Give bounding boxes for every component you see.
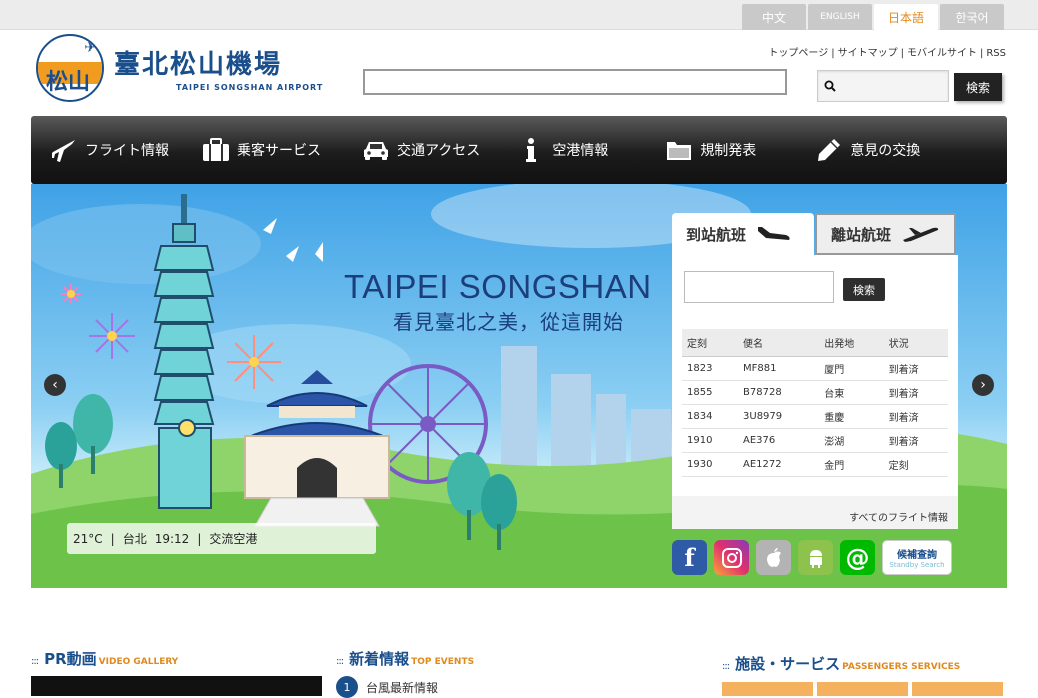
hero-banner: TAIPEI SONGSHAN 看見臺北之美，從這開始 ‹ › 21°C | 台北…	[31, 184, 1007, 588]
chevron-right-icon: ›	[980, 377, 986, 393]
instagram-icon[interactable]	[714, 540, 749, 575]
header-scheduled: 定刻	[682, 329, 739, 357]
language-tabs: 中文 ENGLISH 日本語 한국어	[740, 4, 1004, 30]
service-tile[interactable]	[722, 682, 813, 696]
line-icon[interactable]: @	[840, 540, 875, 575]
social-links: f @ 候補查詢 Standby Search	[672, 540, 952, 575]
service-tiles	[722, 682, 1007, 696]
lang-tab-chinese[interactable]: 中文	[742, 4, 806, 30]
utility-links: トップページ | サイトマップ | モバイルサイト | RSS	[768, 48, 1006, 59]
link-sitemap[interactable]: サイトマップ	[838, 48, 898, 59]
weather-time: 19:12	[154, 531, 190, 546]
nav-feedback[interactable]: 意見の交換	[814, 135, 920, 165]
airplane-icon: ✈	[84, 40, 96, 56]
nav-airport-info[interactable]: 空港情報	[516, 135, 608, 165]
nav-regulations[interactable]: 規制発表	[664, 135, 756, 165]
header-origin: 出発地	[819, 329, 884, 357]
standby-search-button[interactable]: 候補查詢 Standby Search	[882, 540, 952, 575]
weather-city: 台北	[122, 532, 147, 546]
site-logo[interactable]: 松山 ✈ 臺北松山機場 TAIPEI SONGSHAN AIRPORT	[36, 34, 323, 102]
info-icon	[516, 135, 546, 165]
language-bar: 中文 ENGLISH 日本語 한국어	[0, 0, 1038, 30]
lang-tab-korean[interactable]: 한국어	[940, 4, 1004, 30]
logo-badge: 松山 ✈	[36, 34, 104, 102]
table-row[interactable]: 1834 3U8979 重慶 到着済	[682, 404, 948, 429]
folder-icon	[664, 135, 694, 165]
flight-search-button[interactable]: 検索	[843, 278, 885, 301]
prev-slide-button[interactable]: ‹	[44, 374, 66, 396]
flight-search-input[interactable]	[684, 271, 834, 303]
arrival-plane-icon	[758, 227, 790, 240]
all-flights-link[interactable]: すべてのフライト情報	[672, 496, 958, 529]
search-button[interactable]: 検索	[954, 73, 1002, 101]
link-top-page[interactable]: トップページ	[768, 48, 828, 59]
service-tile[interactable]	[817, 682, 908, 696]
car-icon	[361, 135, 391, 165]
weather-bar: 21°C | 台北 19:12 | 交流空港	[67, 523, 376, 554]
table-row[interactable]: 1855 B78728 台東 到着済	[682, 380, 948, 405]
airplane-icon	[49, 135, 79, 165]
main-nav: フライト情報 乗客サービス 交通アクセス 空港情報 規制発表 意見の交換	[31, 116, 1007, 184]
section-services: ::: 施設・サービス PASSENGERS SERVICES	[722, 655, 961, 673]
header-status: 状況	[883, 329, 948, 357]
weather-condition: 交流空港	[209, 532, 258, 546]
table-header: 定刻 便名 出発地 状況	[682, 329, 948, 357]
flight-table: 定刻 便名 出発地 状況 1823 MF881 厦門 到着済 1855 B78728 台東…	[682, 329, 948, 477]
logo-subtitle: TAIPEI SONGSHAN AIRPORT	[176, 83, 324, 92]
lang-tab-japanese[interactable]: 日本語	[874, 4, 938, 30]
table-row[interactable]: 1910 AE376 澎湖 到着済	[682, 428, 948, 453]
nav-flight-info[interactable]: フライト情報	[49, 135, 169, 165]
chevron-left-icon: ‹	[52, 377, 58, 393]
departure-plane-icon	[903, 227, 939, 242]
header-flight: 便名	[738, 329, 820, 357]
tab-departures[interactable]: 離站航班	[815, 213, 956, 255]
service-tile[interactable]	[912, 682, 1003, 696]
tab-arrivals[interactable]: 到站航班	[672, 213, 814, 255]
android-icon[interactable]	[798, 540, 833, 575]
video-player[interactable]	[31, 676, 322, 696]
pencil-icon	[814, 135, 844, 165]
flight-search-panel: 到站航班 離站航班 検索 定刻 便名 出発地 状況 1823 MF881 厦門 …	[672, 213, 958, 529]
search-input[interactable]	[817, 70, 949, 102]
hero-title: TAIPEI SONGSHAN	[344, 268, 652, 305]
briefcase-icon	[201, 135, 231, 165]
lang-tab-english[interactable]: ENGLISH	[808, 4, 872, 30]
weather-temp: 21°C	[73, 531, 103, 546]
section-top-events: ::: 新着情報 TOP EVENTS	[336, 650, 475, 668]
list-item[interactable]: 1 台風最新情報	[336, 676, 438, 698]
nav-passenger-services[interactable]: 乗客サービス	[201, 135, 321, 165]
logo-title: 臺北松山機場	[114, 50, 283, 80]
hero-subtitle: 看見臺北之美，從這開始	[393, 310, 624, 334]
search-icon	[824, 80, 836, 92]
apple-icon[interactable]	[756, 540, 791, 575]
link-mobile-site[interactable]: モバイルサイト	[907, 48, 977, 59]
next-slide-button[interactable]: ›	[972, 374, 994, 396]
link-rss[interactable]: RSS	[986, 48, 1006, 59]
table-row[interactable]: 1930 AE1272 金門 定刻	[682, 452, 948, 477]
site-search-bar[interactable]	[363, 69, 787, 95]
section-video-gallery: ::: PR動画 VIDEO GALLERY	[31, 650, 179, 668]
facebook-icon[interactable]: f	[672, 540, 707, 575]
nav-transport-access[interactable]: 交通アクセス	[361, 135, 480, 165]
table-row[interactable]: 1823 MF881 厦門 到着済	[682, 356, 948, 381]
